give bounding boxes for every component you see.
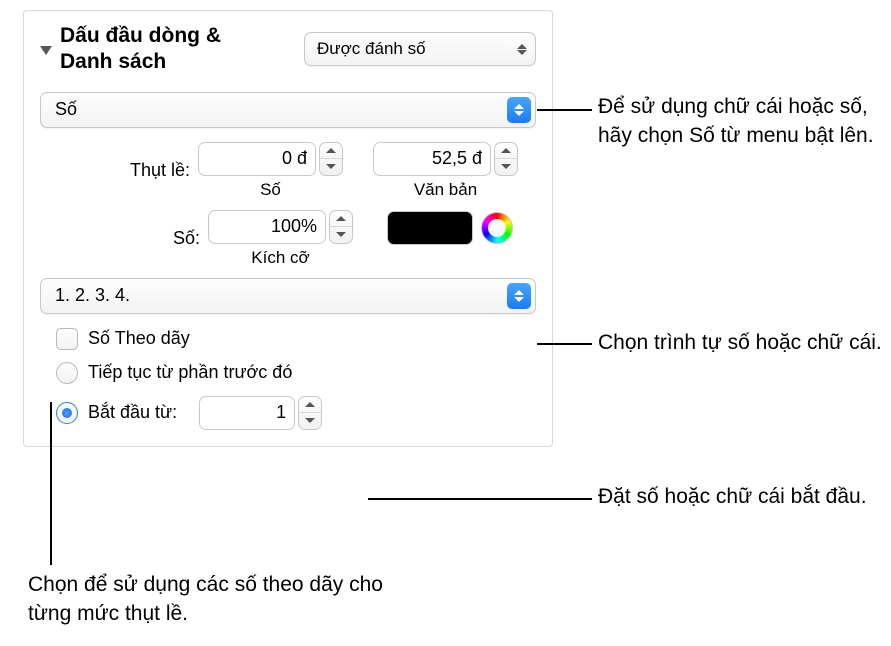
indent-text-caption: Văn bản <box>414 180 477 200</box>
bullet-type-popup[interactable]: Số <box>40 92 536 128</box>
stepper-down-icon[interactable] <box>320 158 342 175</box>
size-label: Số: <box>40 228 200 249</box>
disclosure-triangle-icon[interactable] <box>40 46 52 55</box>
tiered-numbers-label: Số Theo dãy <box>88 328 190 349</box>
tiered-numbers-checkbox[interactable] <box>56 328 78 350</box>
chevron-updown-icon <box>513 44 531 55</box>
continue-radio[interactable] <box>56 362 78 384</box>
callout-sequence: Chọn trình tự số hoặc chữ cái. <box>598 328 891 357</box>
chevron-updown-icon <box>507 283 531 309</box>
callout-line <box>537 343 592 345</box>
color-wheel-icon[interactable] <box>481 212 513 244</box>
chevron-updown-icon <box>507 97 531 123</box>
stepper-up-icon[interactable] <box>320 143 342 159</box>
stepper-down-icon[interactable] <box>330 226 352 243</box>
start-from-input[interactable] <box>200 397 294 429</box>
stepper-down-icon[interactable] <box>495 158 517 175</box>
continue-label: Tiếp tục từ phần trước đó <box>88 362 292 383</box>
indent-text-stepper[interactable] <box>494 142 518 176</box>
stepper-up-icon[interactable] <box>299 397 321 413</box>
bullets-lists-panel: Dấu đầu dòng & Danh sách Được đánh số Số… <box>23 10 553 447</box>
callout-line <box>368 498 592 500</box>
start-from-radio[interactable] <box>56 402 78 424</box>
panel-header: Dấu đầu dòng & Danh sách Được đánh số <box>40 23 536 76</box>
indent-text-input[interactable] <box>374 143 490 175</box>
indent-label: Thụt lề: <box>40 160 190 181</box>
number-sequence-label: 1. 2. 3. 4. <box>55 285 130 306</box>
number-sequence-popup[interactable]: 1. 2. 3. 4. <box>40 278 536 314</box>
indent-number-input[interactable] <box>199 143 315 175</box>
start-from-label: Bắt đầu từ: <box>88 402 177 423</box>
color-swatch[interactable] <box>387 211 473 245</box>
stepper-up-icon[interactable] <box>495 143 517 159</box>
bullet-type-label: Số <box>55 99 77 120</box>
size-input[interactable] <box>209 211 325 243</box>
callout-line <box>50 402 52 565</box>
start-from-stepper[interactable] <box>298 396 322 430</box>
stepper-down-icon[interactable] <box>299 412 321 429</box>
size-caption: Kích cỡ <box>251 248 309 268</box>
size-stepper[interactable] <box>329 210 353 244</box>
callout-start-from: Đặt số hoặc chữ cái bắt đầu. <box>598 482 891 511</box>
callout-line <box>537 109 592 111</box>
callout-tiered: Chọn để sử dụng các số theo dãy cho từng… <box>28 570 428 629</box>
indent-number-caption: Số <box>260 180 281 200</box>
panel-title: Dấu đầu dòng & Danh sách <box>60 23 255 76</box>
list-style-popup[interactable]: Được đánh số <box>304 32 536 66</box>
indent-number-stepper[interactable] <box>319 142 343 176</box>
list-style-label: Được đánh số <box>317 39 426 59</box>
stepper-up-icon[interactable] <box>330 211 352 227</box>
callout-bullet-type: Để sử dụng chữ cái hoặc số, hãy chọn Số … <box>598 92 891 151</box>
